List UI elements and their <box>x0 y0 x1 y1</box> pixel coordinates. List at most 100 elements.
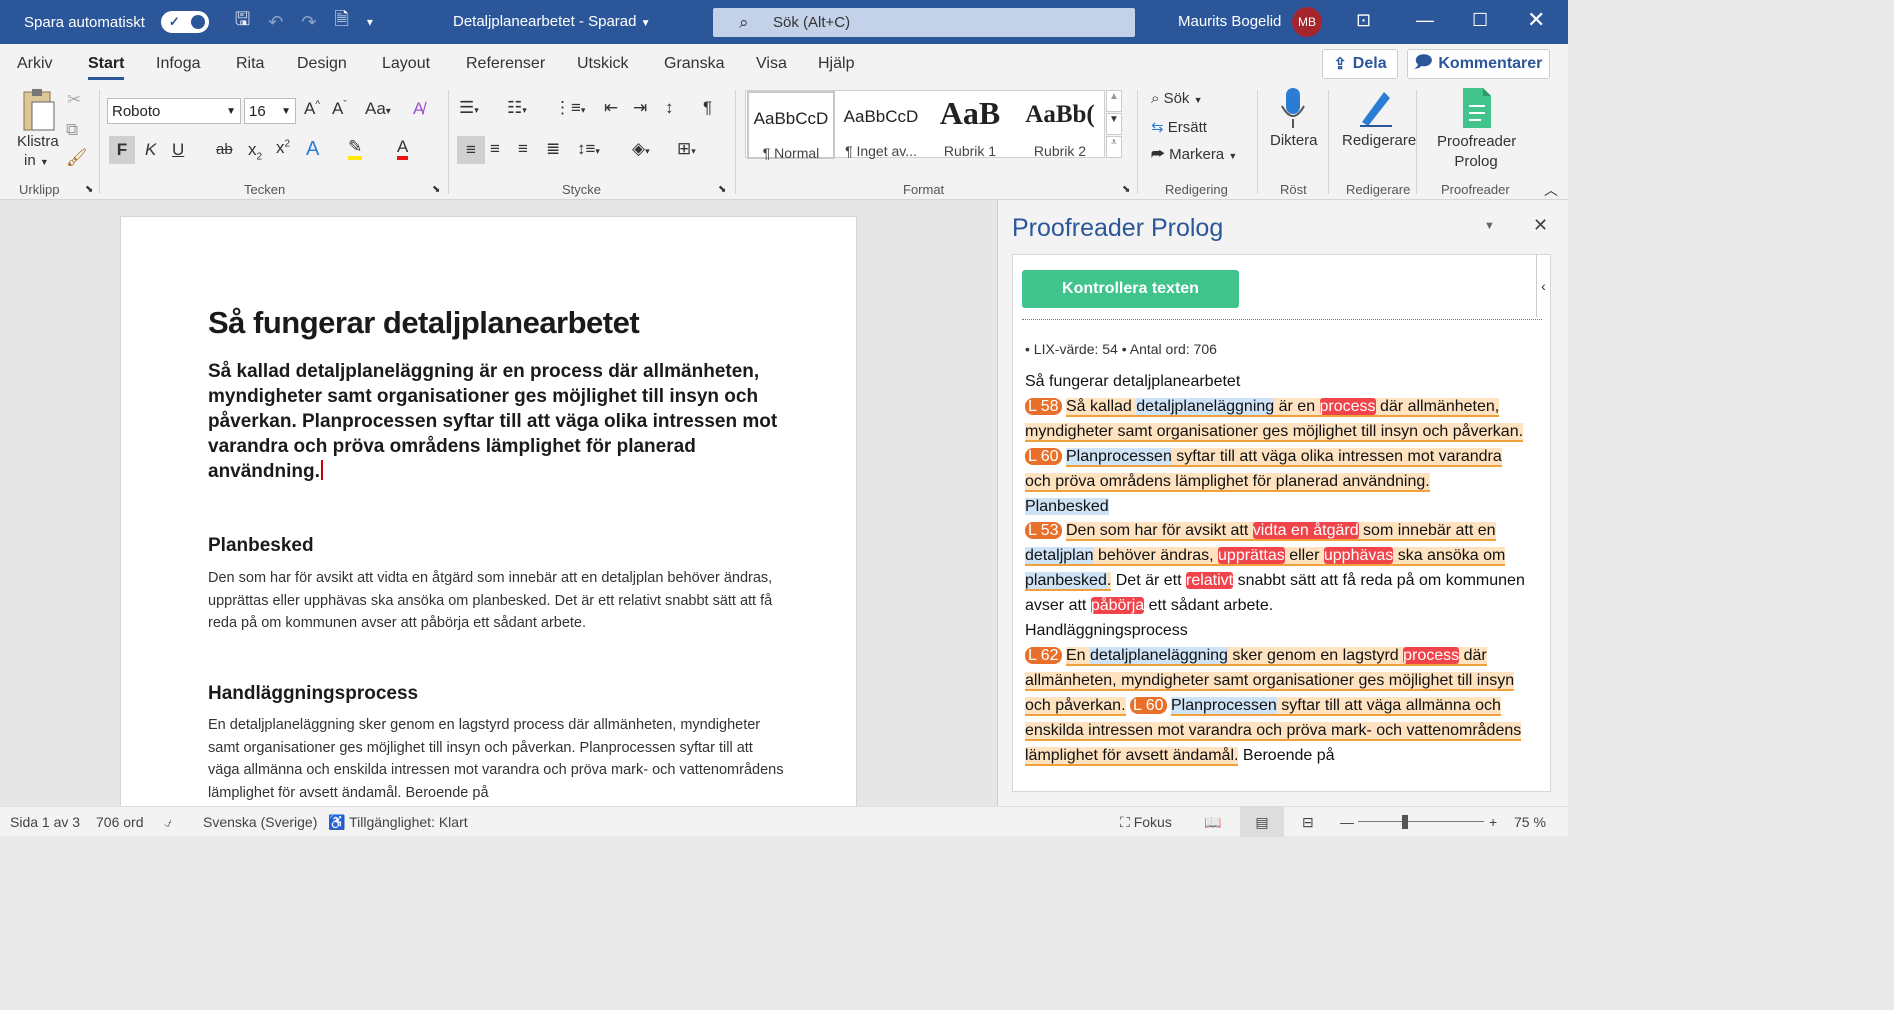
paste-icon[interactable] <box>18 88 58 138</box>
close-icon[interactable]: ✕ <box>1527 7 1545 33</box>
sort-icon[interactable]: ↕ <box>665 98 674 118</box>
heading-handlaggningsprocess[interactable]: Handläggningsprocess <box>208 683 418 705</box>
justify-icon[interactable]: ≣ <box>546 139 560 159</box>
lead-paragraph[interactable]: Så kallad detaljplaneläggning är en proc… <box>208 359 788 484</box>
gallery-more-icon[interactable]: ⩡ <box>1106 136 1122 158</box>
gallery-up-icon[interactable]: ▲ <box>1106 90 1122 112</box>
zoom-slider[interactable] <box>1358 821 1484 822</box>
tab-rita[interactable]: Rita <box>236 55 264 73</box>
increase-indent-icon[interactable]: ⇥ <box>633 98 647 118</box>
collapse-ribbon-icon[interactable]: ︿ <box>1544 180 1558 200</box>
replace-button[interactable]: ⇆ Ersätt <box>1151 118 1207 136</box>
customize-toolbar-icon[interactable]: ▾ <box>367 15 373 29</box>
undo-icon[interactable]: ↶ <box>268 12 283 33</box>
word-count[interactable]: 706 ord <box>96 814 143 830</box>
style-heading-2[interactable]: AaBb(Rubrik 2 <box>1016 91 1104 159</box>
tab-design[interactable]: Design <box>297 55 347 73</box>
paste-label[interactable]: Klistra <box>17 133 59 150</box>
pane-options-icon[interactable]: ▼ <box>1484 220 1495 232</box>
italic-button[interactable]: K <box>145 140 156 160</box>
focus-button[interactable]: ⛶ Fokus <box>1120 814 1172 831</box>
heading-planbesked[interactable]: Planbesked <box>208 535 314 557</box>
proofreader-icon[interactable] <box>1461 86 1493 133</box>
tab-granska[interactable]: Granska <box>664 55 724 73</box>
document-canvas[interactable]: Så fungerar detaljplanearbetet Så kallad… <box>0 200 997 806</box>
text-effects-icon[interactable]: A <box>306 138 319 161</box>
style-normal[interactable]: AaBbCcD ¶ Normal <box>747 91 835 161</box>
font-family-select[interactable]: Roboto ▼ <box>107 98 241 124</box>
save-icon[interactable]: 🖫 <box>235 7 250 37</box>
print-layout-icon[interactable]: ▤ <box>1240 807 1284 837</box>
clear-formatting-icon[interactable]: A̸ <box>413 99 424 119</box>
new-document-icon[interactable]: 🗎 <box>334 7 348 37</box>
align-left-icon[interactable]: ≡ <box>457 136 485 164</box>
select-button[interactable]: ⮫ Markera ▼ <box>1151 146 1237 163</box>
numbering-icon[interactable]: ☷▾ <box>507 98 527 118</box>
dialog-launcher-icon[interactable]: ⬊ <box>432 184 440 195</box>
avatar[interactable]: MB <box>1292 7 1322 37</box>
show-marks-icon[interactable]: ¶ <box>703 98 712 118</box>
dictate-label[interactable]: Diktera <box>1270 132 1318 149</box>
accessibility-status[interactable]: ♿ Tillgänglighet: Klart <box>328 814 468 831</box>
proofing-icon[interactable]: ⍻ <box>164 814 172 831</box>
editor-label[interactable]: Redigerare <box>1342 132 1416 149</box>
decrease-indent-icon[interactable]: ⇤ <box>604 98 618 118</box>
line-spacing-icon[interactable]: ↕≡▾ <box>577 139 600 159</box>
user-name[interactable]: Maurits Bogelid <box>1178 13 1281 30</box>
highlight-icon[interactable]: ✎ <box>348 138 363 160</box>
bullets-icon[interactable]: ☰▾ <box>459 98 479 118</box>
tab-start[interactable]: Start <box>88 55 125 80</box>
subscript-icon[interactable]: x2 <box>248 140 262 162</box>
zoom-thumb[interactable] <box>1402 815 1408 829</box>
shrink-font-icon[interactable]: Aˇ <box>332 99 347 119</box>
font-color-icon[interactable]: A <box>397 138 409 160</box>
tab-arkiv[interactable]: Arkiv <box>17 55 53 73</box>
font-size-select[interactable]: 16 ▼ <box>244 98 296 124</box>
language[interactable]: Svenska (Sverige) <box>203 814 317 830</box>
dialog-launcher-icon[interactable]: ⬊ <box>1122 184 1130 195</box>
web-layout-icon[interactable]: ⊟ <box>1302 814 1314 831</box>
style-no-spacing[interactable]: AaBbCcD ¶ Inget av... <box>837 91 925 159</box>
zoom-level[interactable]: 75 % <box>1514 814 1546 830</box>
change-case-icon[interactable]: Aa▾ <box>365 99 391 119</box>
share-button[interactable]: ⇪ Dela <box>1322 49 1398 79</box>
microphone-icon[interactable] <box>1278 86 1308 135</box>
editor-icon[interactable] <box>1356 86 1396 133</box>
document-title[interactable]: Detaljplanearbetet - Sparad ▼ <box>453 13 651 30</box>
copy-icon[interactable]: ⧉ <box>66 120 78 140</box>
tab-visa[interactable]: Visa <box>756 55 787 73</box>
tab-infoga[interactable]: Infoga <box>156 55 200 73</box>
comments-button[interactable]: 🗩 Kommentarer <box>1407 49 1550 79</box>
multilevel-list-icon[interactable]: ⋮≡▾ <box>554 98 585 118</box>
proofreader-button[interactable]: Proofreader Prolog <box>1437 132 1516 172</box>
paragraph-planbesked[interactable]: Den som har för avsikt att vidta en åtgä… <box>208 567 788 635</box>
zoom-out-icon[interactable]: — <box>1340 814 1354 830</box>
ribbon-display-icon[interactable]: ⊡ <box>1356 10 1371 31</box>
maximize-icon[interactable]: ☐ <box>1472 10 1488 31</box>
tab-utskick[interactable]: Utskick <box>577 55 629 73</box>
collapse-icon[interactable]: ‹ <box>1536 255 1550 317</box>
check-text-button[interactable]: Kontrollera texten <box>1022 270 1239 308</box>
format-painter-icon[interactable]: 🖌 <box>66 148 88 168</box>
cut-icon[interactable]: ✂ <box>67 90 81 110</box>
bold-button[interactable]: F <box>109 136 135 164</box>
superscript-icon[interactable]: x2 <box>276 138 290 158</box>
strikethrough-button[interactable]: ab <box>216 141 233 158</box>
align-right-icon[interactable]: ≡ <box>518 139 528 159</box>
close-pane-icon[interactable]: ✕ <box>1533 215 1548 236</box>
paste-label-2[interactable]: in ▼ <box>24 152 49 169</box>
paragraph-handlaggningsprocess[interactable]: En detaljplaneläggning sker genom en lag… <box>208 714 788 804</box>
document-title-heading[interactable]: Så fungerar detaljplanearbetet <box>208 305 640 341</box>
tab-layout[interactable]: Layout <box>382 55 430 73</box>
borders-icon[interactable]: ⊞▾ <box>677 139 696 159</box>
underline-button[interactable]: U <box>172 140 184 160</box>
zoom-in-icon[interactable]: + <box>1489 814 1497 830</box>
read-mode-icon[interactable]: 📖 <box>1204 814 1221 831</box>
dialog-launcher-icon[interactable]: ⬊ <box>718 184 726 195</box>
dialog-launcher-icon[interactable]: ⬊ <box>85 184 93 195</box>
align-center-icon[interactable]: ≡ <box>490 139 500 159</box>
search-box[interactable]: ⌕ Sök (Alt+C) <box>713 8 1135 37</box>
autosave-toggle[interactable]: ✓ <box>160 11 209 33</box>
page-count[interactable]: Sida 1 av 3 <box>10 814 80 830</box>
tab-hjalp[interactable]: Hjälp <box>818 55 854 73</box>
